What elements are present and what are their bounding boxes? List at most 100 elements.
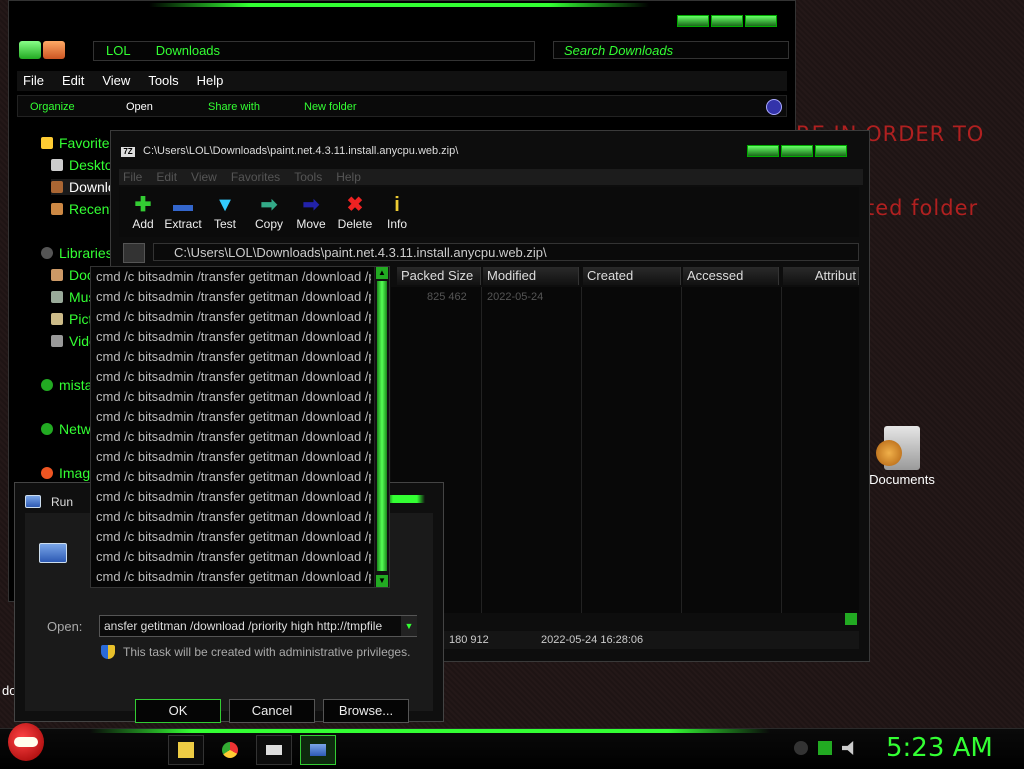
maximize-button[interactable] (781, 145, 813, 157)
sevenzip-title: 7Z C:\Users\LOL\Downloads\paint.net.4.3.1… (121, 145, 458, 157)
nav-libraries[interactable]: Libraries (41, 245, 113, 261)
scroll-corner-icon[interactable] (845, 613, 857, 625)
maximize-button[interactable] (711, 15, 743, 27)
autocomplete-item[interactable]: cmd /c bitsadmin /transfer getitman /dow… (91, 407, 371, 427)
address-crumb-downloads[interactable]: Downloads (156, 43, 220, 58)
col-attributes[interactable]: Attribut (783, 267, 859, 285)
autocomplete-item[interactable]: cmd /c bitsadmin /transfer getitman /dow… (91, 347, 371, 367)
explorer-search-input[interactable]: Search Downloads (553, 41, 789, 59)
autocomplete-item[interactable]: cmd /c bitsadmin /transfer getitman /dow… (91, 447, 371, 467)
col-modified[interactable]: Modified (483, 267, 579, 285)
address-crumb-lol[interactable]: LOL (106, 43, 130, 58)
homegroup-icon (41, 379, 53, 391)
desktop-text-line2: ted folder (866, 196, 979, 220)
sevenzip-menubar: File Edit View Favorites Tools Help (119, 169, 863, 185)
help-icon[interactable] (766, 99, 782, 115)
cancel-button[interactable]: Cancel (229, 699, 315, 723)
run-close-glow[interactable] (385, 495, 425, 503)
menu-help[interactable]: Help (197, 71, 224, 91)
desktop-icon-documents[interactable]: Documents (862, 422, 942, 487)
explorer-nav-row: LOL Downloads Search Downloads (17, 39, 789, 63)
close-button[interactable] (815, 145, 847, 157)
info-label: Info (386, 217, 407, 231)
new-folder-button[interactable]: New folder (304, 96, 357, 118)
recent-icon (51, 203, 63, 215)
taskbar-explorer[interactable] (168, 735, 204, 765)
videos-icon (51, 335, 63, 347)
autocomplete-item[interactable]: cmd /c bitsadmin /transfer getitman /dow… (91, 307, 371, 327)
autocomplete-scrollbar[interactable]: ▲ ▼ (374, 267, 389, 587)
nav-favorites[interactable]: Favorites (41, 135, 117, 151)
tray-chevron-icon[interactable] (794, 741, 808, 755)
network-tray-icon[interactable] (818, 741, 832, 755)
nav-recent[interactable]: Recent (51, 201, 113, 217)
taskbar-chrome[interactable] (212, 735, 248, 765)
zmenu-tools[interactable]: Tools (294, 169, 322, 185)
col-accessed[interactable]: Accessed (683, 267, 779, 285)
browse-button[interactable]: Browse... (323, 699, 409, 723)
close-button[interactable] (745, 15, 777, 27)
forward-icon[interactable] (43, 41, 65, 59)
run-autocomplete-list[interactable]: cmd /c bitsadmin /transfer getitman /dow… (90, 266, 390, 588)
autocomplete-item[interactable]: cmd /c bitsadmin /transfer getitman /dow… (91, 367, 371, 387)
taskbar-glow (90, 729, 770, 733)
autocomplete-item[interactable]: cmd /c bitsadmin /transfer getitman /dow… (91, 547, 371, 567)
autocomplete-item[interactable]: cmd /c bitsadmin /transfer getitman /dow… (91, 427, 371, 447)
col-packed-size[interactable]: Packed Size (397, 267, 481, 285)
chevron-down-icon[interactable]: ▼ (401, 616, 417, 636)
ok-button[interactable]: OK (135, 699, 221, 723)
sevenzip-address-bar[interactable]: C:\Users\LOL\Downloads\paint.net.4.3.11.… (153, 243, 859, 261)
start-button[interactable] (8, 723, 44, 761)
autocomplete-item[interactable]: cmd /c bitsadmin /transfer getitman /dow… (91, 487, 371, 507)
autocomplete-item[interactable]: cmd /c bitsadmin /transfer getitman /dow… (91, 467, 371, 487)
volume-icon[interactable] (842, 741, 854, 755)
zmenu-help[interactable]: Help (336, 169, 361, 185)
scroll-up-icon[interactable]: ▲ (376, 267, 388, 279)
autocomplete-item[interactable]: cmd /c bitsadmin /transfer getitman /dow… (91, 327, 371, 347)
autocomplete-item[interactable]: cmd /c bitsadmin /transfer getitman /dow… (91, 507, 371, 527)
copy-button[interactable]: ➡ Copy (245, 193, 293, 231)
open-input[interactable]: ansfer getitman /download /priority high… (99, 615, 417, 637)
zmenu-edit[interactable]: Edit (156, 169, 177, 185)
minimize-button[interactable] (747, 145, 779, 157)
row-modified: 2022-05-24 (487, 291, 544, 303)
run-icon (310, 744, 326, 756)
autocomplete-item[interactable]: cmd /c bitsadmin /transfer getitman /dow… (91, 527, 371, 547)
move-button[interactable]: ➡ Move (287, 193, 335, 231)
zmenu-file[interactable]: File (123, 169, 142, 185)
info-button[interactable]: i Info (373, 193, 421, 231)
nav-label: Recent (69, 201, 114, 217)
taskbar-run[interactable] (300, 735, 336, 765)
menu-view[interactable]: View (102, 71, 130, 91)
taskbar-7zip[interactable] (256, 735, 292, 765)
autocomplete-item[interactable]: cmd /c bitsadmin /transfer getitman /dow… (91, 267, 371, 287)
share-with-button[interactable]: Share with (208, 96, 260, 118)
up-folder-icon[interactable] (123, 243, 145, 263)
scrollbar-thumb[interactable] (377, 281, 387, 571)
zmenu-favorites[interactable]: Favorites (231, 169, 280, 185)
minimize-button[interactable] (677, 15, 709, 27)
test-button[interactable]: ▼ Test (201, 193, 249, 231)
zmenu-view[interactable]: View (191, 169, 217, 185)
autocomplete-item[interactable]: cmd /c bitsadmin /transfer getitman /dow… (91, 287, 371, 307)
menu-tools[interactable]: Tools (148, 71, 178, 91)
delete-x-icon: ✖ (346, 194, 364, 216)
explorer-address-bar[interactable]: LOL Downloads (93, 41, 535, 61)
taskbar-clock[interactable]: 5:23 AM (886, 733, 993, 763)
sevenzip-title-text: C:\Users\LOL\Downloads\paint.net.4.3.11.… (143, 145, 459, 157)
col-created[interactable]: Created (583, 267, 681, 285)
autocomplete-item[interactable]: cmd /c bitsadmin /transfer getitman /dow… (91, 387, 371, 407)
scroll-down-icon[interactable]: ▼ (376, 575, 388, 587)
back-icon[interactable] (19, 41, 41, 59)
documents-folder-icon (876, 426, 920, 470)
extract-button[interactable]: ▬ Extract (159, 193, 207, 231)
delete-button[interactable]: ✖ Delete (331, 193, 379, 231)
organize-button[interactable]: Organize (30, 96, 75, 118)
menu-file[interactable]: File (23, 71, 44, 91)
sevenzip-file-list[interactable] (391, 287, 859, 613)
uac-shield-icon (101, 645, 115, 659)
menu-edit[interactable]: Edit (62, 71, 84, 91)
autocomplete-item[interactable]: cmd /c bitsadmin /transfer getitman /dow… (91, 567, 371, 587)
folder-icon (178, 742, 194, 758)
open-button[interactable]: Open (126, 96, 153, 118)
